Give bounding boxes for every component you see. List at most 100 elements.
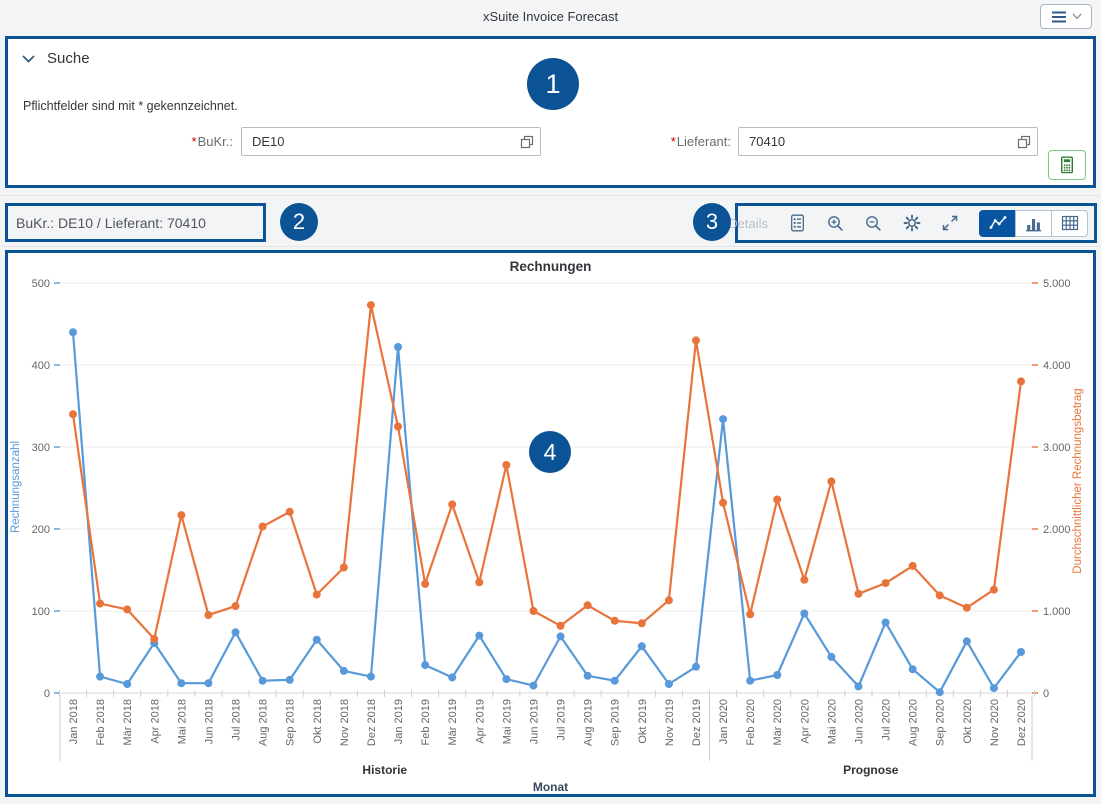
settings-button[interactable] [903,214,921,232]
x-axis-label: Jan 2020 [718,699,730,744]
data-point [963,637,971,645]
data-point [557,622,565,630]
data-point [611,677,619,685]
bukr-input-wrapper [241,127,541,156]
chart-toolbar: Details [735,203,1097,243]
annotation-badge-3: 3 [693,203,731,241]
data-point [936,591,944,599]
x-axis-label: Feb 2020 [745,699,757,745]
data-point [150,635,158,643]
chart-plot-area[interactable]: 001001.0002002.0003003.0004004.0005005.0… [8,253,1093,794]
fullscreen-icon [942,215,958,231]
data-point [773,671,781,679]
x-axis-label: Sep 2019 [610,699,622,746]
gear-icon [903,214,921,232]
data-point [800,576,808,584]
x-axis-label: Jul 2018 [231,699,243,741]
fullscreen-button[interactable] [942,215,958,231]
data-point [259,677,267,685]
x-axis-label: Dez 2018 [366,699,378,746]
data-point [204,611,212,619]
line-chart-toggle[interactable] [979,210,1016,237]
data-point [990,684,998,692]
x-axis-label: Feb 2019 [420,699,432,745]
x-axis-label: Aug 2018 [258,699,270,746]
category-group-label: Historie [362,763,407,777]
required-asterisk: * [671,134,676,149]
data-point [502,461,510,469]
table-icon [1061,215,1079,231]
legend-button[interactable] [789,214,806,232]
page-title: xSuite Invoice Forecast [0,0,1101,33]
line-chart-icon [989,215,1007,231]
x-axis-label: Mär 2018 [122,699,134,745]
data-point [123,680,131,688]
x-axis-label: Mär 2020 [772,699,784,745]
data-point [692,336,700,344]
x-axis-label: Dez 2019 [691,699,703,746]
x-axis-label: Jan 2019 [393,699,405,744]
data-point [367,301,375,309]
data-point [584,672,592,680]
data-point [259,523,267,531]
y-left-tick-label: 0 [44,688,50,700]
data-point [123,605,131,613]
data-point [313,591,321,599]
zoom-in-button[interactable] [827,215,844,232]
table-toggle[interactable] [1051,210,1088,237]
filter-summary-text: BuKr.: DE10 / Lieferant: 70410 [8,215,206,231]
x-axis-label: Dez 2020 [1016,699,1028,746]
zoom-out-icon [865,215,882,232]
bukr-input[interactable] [242,128,510,155]
x-axis-label: Apr 2020 [799,699,811,744]
data-point [665,596,673,604]
divider [0,246,1101,247]
data-point [854,590,862,598]
y-right-tick-label: 0 [1043,688,1049,700]
calculator-icon [1058,156,1076,174]
data-point [286,676,294,684]
x-axis-label: Nov 2020 [989,699,1001,746]
search-panel-collapse-toggle[interactable]: Suche [22,50,90,67]
invoice-chart-panel: Rechnungen Rechnungsanzahl Durchschnittl… [5,250,1096,797]
x-axis-label: Feb 2018 [95,699,107,745]
x-axis-label: Jun 2020 [853,699,865,744]
go-calculate-button[interactable] [1048,150,1086,180]
x-axis-label: Sep 2020 [935,699,947,746]
data-point [394,343,402,351]
y-right-tick-label: 4.000 [1043,360,1071,372]
x-axis-label: Jul 2019 [556,699,568,741]
data-point [854,682,862,690]
x-axis-label: Mai 2020 [826,699,838,744]
data-point [367,673,375,681]
x-axis-label: Mär 2019 [447,699,459,745]
x-axis-label: Mai 2019 [501,699,513,744]
divider [0,195,1101,196]
x-axis-label: Apr 2019 [474,699,486,744]
bar-chart-icon [1025,215,1042,232]
x-axis-label: Aug 2019 [583,699,595,746]
app-menu-button[interactable] [1040,4,1092,29]
y-left-tick-label: 100 [32,606,50,618]
value-help-icon[interactable] [520,135,534,154]
value-help-icon[interactable] [1017,135,1031,154]
data-point [313,636,321,644]
data-point [448,673,456,681]
y-right-tick-label: 5.000 [1043,278,1071,290]
data-point [204,679,212,687]
data-point [936,688,944,696]
data-point [96,673,104,681]
lieferant-input[interactable] [739,128,1007,155]
y-right-tick-label: 1.000 [1043,606,1071,618]
data-point [529,682,537,690]
data-point [394,423,402,431]
data-point [421,661,429,669]
zoom-out-button[interactable] [865,215,882,232]
data-point [692,663,700,671]
annotation-badge-1: 1 [527,58,579,110]
annotation-badge-2: 2 [280,203,318,241]
x-axis-label: Mai 2018 [176,699,188,744]
y-right-tick-label: 3.000 [1043,442,1071,454]
bar-chart-toggle[interactable] [1015,210,1052,237]
required-asterisk: * [192,134,197,149]
